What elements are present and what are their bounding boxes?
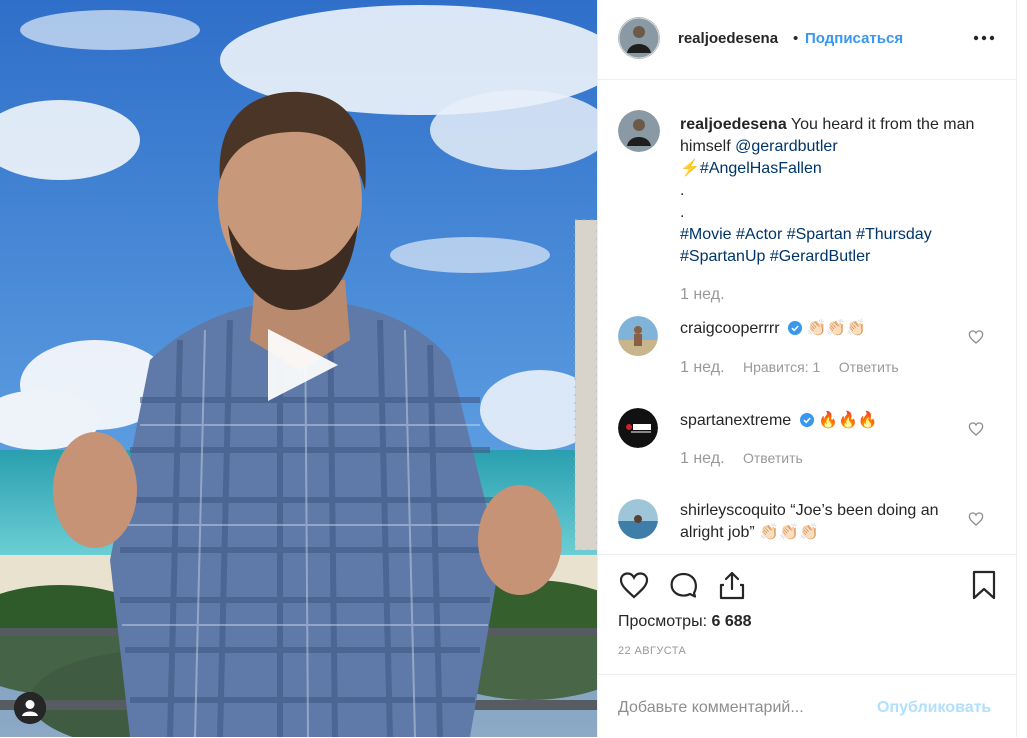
share-upload-icon[interactable] [716, 569, 748, 601]
add-comment-bar: Добавьте комментарий... Опубликовать [598, 674, 1016, 738]
comment-likes[interactable]: Нравится: 1 [743, 359, 820, 375]
reply-button[interactable]: Ответить [743, 450, 803, 466]
commenter-username[interactable]: spartanextreme [680, 412, 791, 429]
separator-dot: • [793, 30, 799, 47]
author-username[interactable]: realjoedesena [678, 30, 778, 47]
mention-link[interactable]: @gerardbutler [735, 138, 838, 155]
caption-dot: . [680, 204, 685, 221]
comment-meta: 1 нед. Ответить [680, 450, 803, 468]
post-header: realjoedesena • Подписаться [598, 0, 1016, 80]
publish-button[interactable]: Опубликовать [877, 699, 991, 717]
post-video[interactable] [0, 0, 597, 737]
like-comment-heart-icon[interactable] [968, 421, 984, 437]
reply-button[interactable]: Ответить [839, 359, 899, 375]
caption-age: 1 нед. [680, 286, 725, 303]
hashtag-link[interactable]: #AngelHasFallen [700, 160, 822, 177]
commenter-username[interactable]: shirleyscoquito [680, 502, 786, 519]
caption-dot: . [680, 182, 685, 199]
commenter-avatar[interactable] [618, 499, 658, 539]
commenter-avatar[interactable] [618, 408, 658, 448]
caption-username[interactable]: realjoedesena [680, 116, 787, 133]
hashtags-link[interactable]: #SpartanUp #GerardButler [680, 248, 870, 265]
commenter-avatar[interactable] [618, 316, 658, 356]
comment: spartanextreme 🔥🔥🔥 [680, 410, 960, 432]
views-number: 6 688 [711, 613, 752, 630]
verified-badge-icon [799, 413, 814, 427]
save-bookmark-icon[interactable] [968, 569, 1000, 601]
commenter-username[interactable]: craigcooperrrr [680, 320, 780, 337]
post-details-panel: realjoedesena • Подписаться realjoedesen… [597, 0, 1017, 737]
like-comment-heart-icon[interactable] [968, 511, 984, 527]
comment-age: 1 нед. [680, 359, 725, 376]
hashtags-link[interactable]: #Movie #Actor #Spartan #Thursday [680, 226, 932, 243]
comment-text: 🔥🔥🔥 [818, 412, 878, 429]
user-tags-icon[interactable] [14, 692, 46, 724]
caption-author-avatar[interactable] [618, 110, 660, 152]
post-actions: Просмотры: 6 688 22 АВГУСТА [598, 554, 1016, 675]
author-avatar[interactable] [618, 17, 660, 59]
comment-bubble-icon[interactable] [667, 569, 699, 601]
comment: craigcooperrrr 👏🏻👏🏻👏🏻 [680, 318, 960, 340]
comment-input[interactable]: Добавьте комментарий... [618, 699, 804, 717]
comment-emoji: 👏🏻👏🏻👏🏻 [759, 524, 819, 541]
follow-button[interactable]: Подписаться [805, 30, 903, 47]
like-heart-icon[interactable] [618, 569, 650, 601]
play-icon[interactable] [262, 325, 342, 405]
comment-text: 👏🏻👏🏻👏🏻 [806, 320, 867, 337]
post-caption: realjoedesena You heard it from the man … [680, 114, 980, 268]
more-horizontal-icon[interactable] [970, 24, 998, 52]
comment-age: 1 нед. [680, 450, 725, 467]
verified-badge-icon [788, 321, 803, 335]
post-date: 22 АВГУСТА [618, 645, 687, 657]
views-count[interactable]: Просмотры: 6 688 [618, 613, 752, 631]
like-comment-heart-icon[interactable] [968, 329, 984, 345]
comments-list[interactable]: realjoedesena You heard it from the man … [598, 80, 1016, 554]
comment-meta: 1 нед. Нравится: 1 Ответить [680, 359, 899, 377]
bolt-emoji: ⚡ [680, 160, 700, 177]
comment: shirleyscoquito “Joe’s been doing an alr… [680, 500, 960, 544]
views-label: Просмотры: [618, 613, 708, 630]
